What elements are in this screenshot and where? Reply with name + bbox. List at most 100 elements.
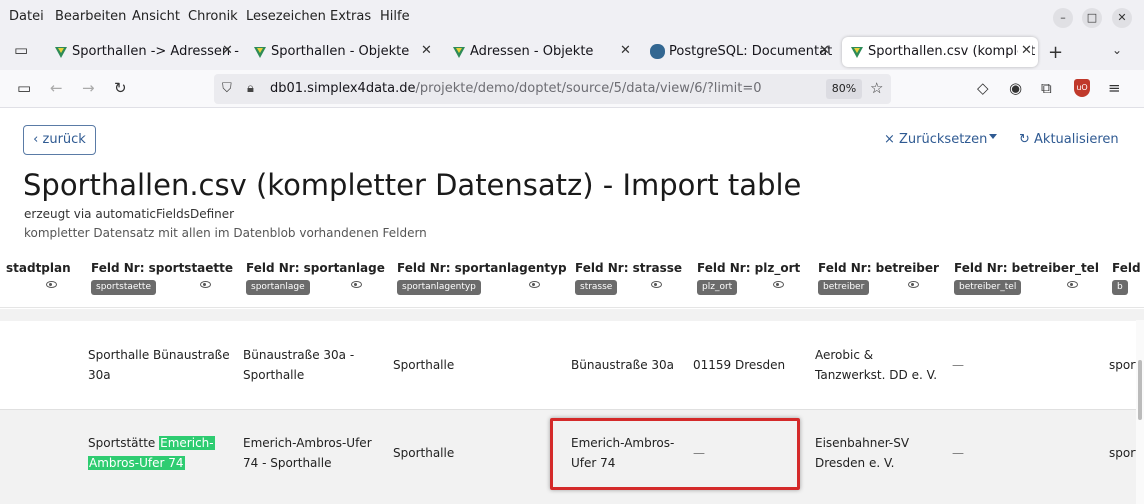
eye-icon[interactable] [351,281,362,288]
table-separator [0,309,1144,321]
column-header-plz-ort[interactable]: Feld Nr: plz_ort [697,261,800,275]
column-header-next[interactable]: Feld [1112,261,1141,275]
back-arrow-icon[interactable]: ← [50,79,63,97]
search-highlight: Emerich- [159,436,215,450]
table-header [0,250,1144,308]
eye-icon[interactable] [200,281,211,288]
eye-icon[interactable] [651,281,662,288]
reset-link[interactable]: × Zurücksetzen [884,132,987,147]
page-title: Sporthallen.csv (kompletter Datensatz) -… [23,168,802,202]
url-path: /projekte/demo/doptet/source/5/data/view… [415,81,762,96]
cell-line: 30a [88,368,111,382]
tab-postgresql-docs[interactable]: PostgreSQL: Documentat ✕ [643,37,839,67]
postgresql-favicon-icon [650,44,665,59]
tab-label: Sporthallen.csv (komplett [868,44,1036,59]
ublock-icon[interactable]: uO [1074,79,1090,97]
field-badge: strasse [575,280,618,295]
column-header-betreiber[interactable]: Feld Nr: betreiber [818,261,939,275]
sidebar-toggle-icon[interactable]: ▭ [17,79,31,97]
menu-extras[interactable]: Extras [330,9,371,24]
cell-line: Sporthalle [243,368,305,382]
cell-sportanlagentyp: Sporthalle [393,446,455,460]
eye-icon[interactable] [773,281,784,288]
cell-line: Dresden e. V. [815,456,895,470]
tab-overview-icon[interactable]: ▭ [14,41,28,59]
close-window-button[interactable]: ✕ [1112,8,1132,28]
tab-label: Sporthallen - Objekte [271,44,410,59]
extensions-icon[interactable]: ⧉ [1041,79,1052,97]
menu-bar: Datei Bearbeiten Ansicht Chronik Lesezei… [0,0,1144,34]
tab-adressen-objekte[interactable]: Adressen - Objekte ✕ [444,37,640,67]
reload-icon[interactable]: ↻ [114,79,127,97]
cell-line: Emerich-Ambros-Ufer [243,436,372,450]
cell-sportanlage: Emerich-Ambros-Ufer 74 - Sporthalle [243,433,372,473]
shield-icon[interactable]: ⛉ [222,81,232,96]
account-icon[interactable]: ◉ [1009,79,1022,97]
eye-icon[interactable] [908,281,919,288]
field-badge: betreiber_tel [954,280,1022,295]
cell-line: Eisenbahner-SV [815,436,910,450]
cell-line: 74 - Sporthalle [243,456,332,470]
menu-datei[interactable]: Datei [9,9,44,24]
tab-label: Adressen - Objekte [470,44,594,59]
field-badge: betreiber [818,280,870,295]
tab-sporthallen-adressen[interactable]: Sporthallen -> Adressen - ✕ [46,37,242,67]
cell-betreiber-tel: — [952,446,964,460]
column-header-sportstaette[interactable]: Feld Nr: sportstaette [91,261,233,275]
generated-by-text: erzeugt via automaticFieldsDefiner [24,207,235,221]
tab-close-icon[interactable]: ✕ [620,43,631,58]
cell-betreiber-tel: — [952,358,964,372]
cell-betreiber: Aerobic & Tanzwerkst. DD e. V. [815,345,937,385]
refresh-link[interactable]: ↻ Aktualisieren [1019,132,1119,147]
tab-close-icon[interactable]: ✕ [1018,43,1032,58]
cell-plz-ort: 01159 Dresden [693,358,786,372]
column-header-betreiber-tel[interactable]: Feld Nr: betreiber_tel [954,261,1099,275]
menu-lesezeichen[interactable]: Lesezeichen [246,9,326,24]
hamburger-menu-icon[interactable]: ≡ [1108,79,1121,97]
column-header-stadtplan[interactable]: stadtplan [6,261,71,275]
lock-icon[interactable]: 🔒︎ [247,81,254,96]
menu-hilfe[interactable]: Hilfe [380,9,410,24]
forward-arrow-icon[interactable]: → [82,79,95,97]
dropdown-caret-icon[interactable] [989,134,997,139]
cell-sportanlagentyp: Sporthalle [393,358,455,372]
url-text[interactable]: db01.simplex4data.de/projekte/demo/dopte… [270,81,762,96]
cell-sportanlage: Bünaustraße 30a - Sporthalle [243,345,354,385]
tab-close-icon[interactable]: ✕ [222,43,233,58]
minimize-button[interactable]: – [1053,8,1073,28]
menu-bearbeiten[interactable]: Bearbeiten [55,9,126,24]
eye-icon[interactable] [1067,281,1078,288]
annotation-highlight-box [550,418,800,490]
menu-ansicht[interactable]: Ansicht [132,9,180,24]
scrollbar-thumb[interactable] [1138,360,1142,420]
maximize-button[interactable]: □ [1082,8,1102,28]
tab-strip: ▭ Sporthallen -> Adressen - ✕ Sporthalle… [0,34,1144,70]
cell-line: Bünaustraße 30a - [243,348,355,362]
new-tab-button[interactable]: + [1048,42,1063,63]
description-text: kompletter Datensatz mit allen im Datenb… [24,226,427,240]
tab-list-chevron-icon[interactable]: ⌄ [1112,43,1122,57]
field-badge: sportstaette [91,280,157,295]
eye-icon[interactable] [529,281,540,288]
tab-sporthallen-csv[interactable]: Sporthallen.csv (komplett ✕ [842,37,1038,67]
bookmark-star-icon[interactable]: ☆ [870,79,883,97]
column-header-strasse[interactable]: Feld Nr: strasse [575,261,682,275]
favicon-icon [453,47,465,58]
cell-line: Tanzwerkst. DD e. V. [815,368,938,382]
tab-sporthallen-objekte[interactable]: Sporthallen - Objekte ✕ [245,37,441,67]
column-header-sportanlagentyp[interactable]: Feld Nr: sportanlagentyp [397,261,567,275]
pocket-icon[interactable]: ◇ [977,79,989,97]
column-header-sportanlage[interactable]: Feld Nr: sportanlage [246,261,385,275]
field-badge: sportanlage [246,280,310,295]
zoom-level-badge[interactable]: 80% [826,79,862,99]
favicon-icon [851,47,863,58]
tab-close-icon[interactable]: ✕ [421,43,432,58]
eye-icon[interactable] [46,281,57,288]
back-button[interactable]: ‹ zurück [23,125,96,155]
field-badge: b [1112,280,1128,295]
search-highlight: Ambros-Ufer 74 [88,456,185,470]
menu-chronik[interactable]: Chronik [188,9,238,24]
tab-label: Sporthallen -> Adressen - [72,44,239,59]
tab-close-icon[interactable]: ✕ [819,43,830,58]
url-bar[interactable]: ⛉ 🔒︎ db01.simplex4data.de/projekte/demo/… [214,74,891,104]
